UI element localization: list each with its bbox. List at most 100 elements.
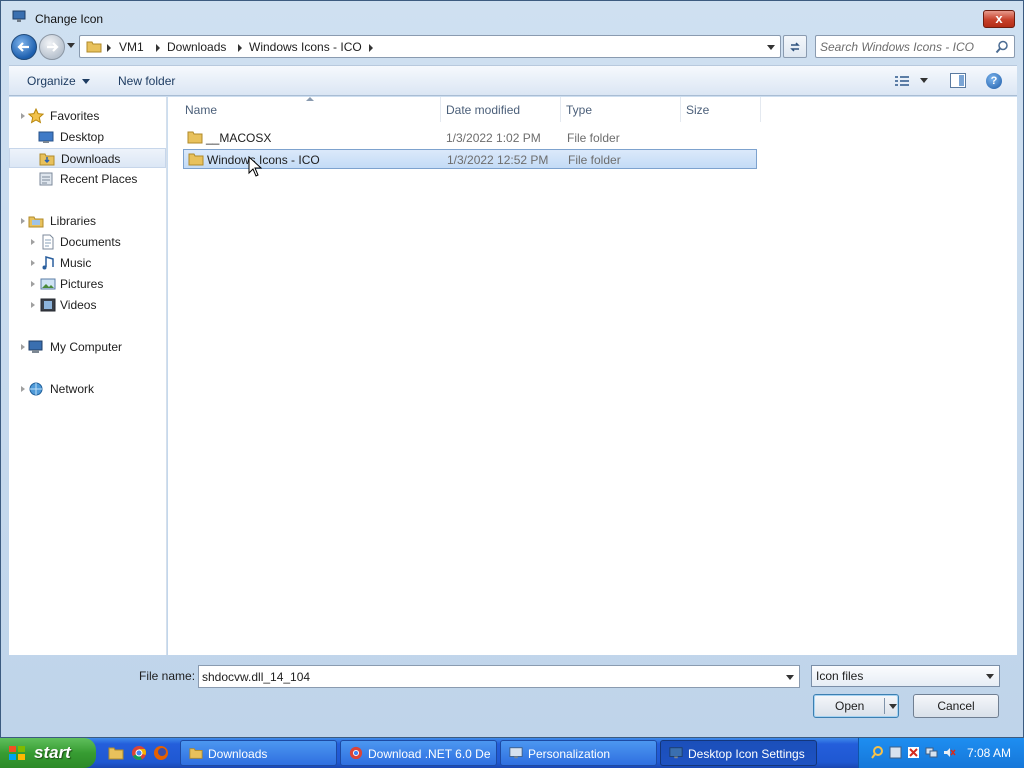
file-type: File folder (568, 153, 621, 167)
desktop-settings-icon (669, 747, 683, 759)
preview-pane-icon[interactable] (950, 73, 966, 88)
forward-button[interactable] (39, 34, 65, 60)
nav-favorites[interactable]: Favorites (9, 106, 166, 126)
recent-pages-dropdown-icon[interactable] (67, 43, 75, 49)
expand-icon[interactable] (21, 386, 25, 392)
help-icon[interactable]: ? (986, 73, 1002, 89)
refresh-icon (790, 42, 800, 52)
nav-pictures[interactable]: Pictures (9, 274, 166, 294)
file-name-dropdown-icon[interactable] (786, 675, 794, 680)
nav-libraries-label: Libraries (50, 214, 97, 228)
breadcrumb-downloads[interactable]: Downloads (167, 40, 226, 54)
breadcrumb-vm1[interactable]: VM1 (119, 40, 144, 54)
libraries-icon (28, 216, 44, 228)
favorites-star-icon (28, 108, 44, 124)
new-folder-button[interactable]: New folder (118, 74, 175, 88)
forward-arrow-icon (47, 42, 59, 52)
expand-icon[interactable] (21, 218, 25, 224)
title-bar[interactable]: Change Icon x (1, 1, 1023, 35)
search-icon[interactable] (995, 40, 1009, 54)
nav-music[interactable]: Music (9, 253, 166, 273)
view-options-dropdown-icon[interactable] (920, 78, 928, 83)
search-box[interactable] (815, 35, 1015, 58)
nav-desktop[interactable]: Desktop (9, 127, 166, 147)
taskbar-button-label: Desktop Icon Settings (688, 747, 805, 761)
back-arrow-icon (17, 42, 29, 52)
open-options-dropdown-icon[interactable] (889, 704, 897, 709)
file-name-combo[interactable] (198, 665, 800, 688)
cancel-button[interactable]: Cancel (913, 694, 999, 718)
clock[interactable]: 7:08 AM (967, 746, 1011, 760)
file-list[interactable]: Name Date modified Type Size __MACOSX 1/… (168, 97, 1017, 655)
security-alert-icon[interactable] (907, 746, 920, 759)
file-row-selected[interactable]: Windows Icons - ICO 1/3/2022 12:52 PM Fi… (183, 149, 757, 169)
start-button[interactable]: start (0, 738, 96, 768)
file-date: 1/3/2022 12:52 PM (447, 153, 549, 167)
nav-favorites-label: Favorites (50, 109, 100, 123)
search-input[interactable] (820, 39, 990, 55)
change-view-icon[interactable] (894, 74, 910, 88)
nav-network[interactable]: Network (9, 379, 166, 399)
change-icon-dialog: Change Icon x VM1 Downloads Windows Icon… (0, 0, 1024, 738)
column-header-size[interactable]: Size (681, 97, 761, 122)
folder-icon (86, 41, 102, 53)
column-header-type[interactable]: Type (561, 97, 681, 122)
back-button[interactable] (11, 34, 37, 60)
address-bar[interactable]: VM1 Downloads Windows Icons - ICO (79, 35, 781, 58)
expand-icon[interactable] (21, 344, 25, 350)
column-header-date-modified[interactable]: Date modified (441, 97, 561, 122)
computer-icon (28, 340, 43, 353)
explorer-quicklaunch-icon[interactable] (108, 745, 124, 761)
open-button[interactable]: Open (813, 694, 899, 718)
nav-documents-label: Documents (60, 235, 121, 249)
refresh-button[interactable] (783, 35, 807, 58)
recent-places-icon (39, 172, 53, 186)
expand-icon[interactable] (31, 260, 35, 266)
volume-muted-icon[interactable] (943, 746, 956, 759)
file-type-filter-value: Icon files (816, 669, 864, 683)
breadcrumb-separator[interactable] (369, 44, 373, 52)
nav-downloads[interactable]: Downloads (9, 148, 166, 168)
start-label: start (34, 743, 71, 762)
file-name: Windows Icons - ICO (207, 153, 320, 167)
nav-my-computer[interactable]: My Computer (9, 337, 166, 357)
nav-videos[interactable]: Videos (9, 295, 166, 315)
close-button[interactable]: x (983, 10, 1015, 28)
nav-recent-places-label: Recent Places (60, 172, 138, 186)
nav-recent-places[interactable]: Recent Places (9, 169, 166, 189)
taskbar-button-chrome[interactable]: Download .NET 6.0 De... (340, 740, 497, 766)
music-icon (42, 256, 54, 270)
expand-icon[interactable] (31, 281, 35, 287)
expand-icon[interactable] (21, 113, 25, 119)
chevron-down-icon (986, 674, 994, 679)
file-row[interactable]: __MACOSX 1/3/2022 1:02 PM File folder (183, 128, 757, 148)
expand-icon[interactable] (31, 239, 35, 245)
chrome-quicklaunch-icon[interactable] (131, 745, 147, 761)
organize-menu[interactable]: Organize (27, 74, 90, 88)
nav-downloads-label: Downloads (61, 152, 121, 166)
breadcrumb-separator[interactable] (107, 44, 111, 52)
taskbar-button-downloads[interactable]: Downloads (180, 740, 337, 766)
nav-documents[interactable]: Documents (9, 232, 166, 252)
taskbar-button-desktop-icon-settings[interactable]: Desktop Icon Settings (660, 740, 817, 766)
nav-libraries[interactable]: Libraries (9, 211, 166, 231)
search-tray-icon[interactable] (871, 746, 884, 759)
firefox-quicklaunch-icon[interactable] (153, 745, 169, 761)
taskbar: start Downloads Download .NET 6.0 De... … (0, 738, 1024, 768)
taskbar-button-label: Personalization (528, 747, 611, 761)
nav-music-label: Music (60, 256, 92, 270)
expand-icon[interactable] (31, 302, 35, 308)
file-type-filter[interactable]: Icon files (811, 665, 1000, 687)
nav-desktop-label: Desktop (60, 130, 105, 144)
network-tray-icon[interactable] (925, 746, 938, 759)
breadcrumb-separator[interactable] (238, 44, 242, 52)
column-size-label: Size (686, 103, 710, 117)
file-name-input[interactable] (202, 669, 772, 685)
file-date: 1/3/2022 1:02 PM (446, 131, 541, 145)
breadcrumb-separator[interactable] (156, 44, 160, 52)
desktop-icon (38, 131, 54, 143)
taskbar-button-personalization[interactable]: Personalization (500, 740, 657, 766)
address-dropdown-icon[interactable] (767, 45, 775, 50)
settings-tray-icon[interactable] (889, 746, 902, 759)
breadcrumb-windows-icons[interactable]: Windows Icons - ICO (249, 40, 362, 54)
